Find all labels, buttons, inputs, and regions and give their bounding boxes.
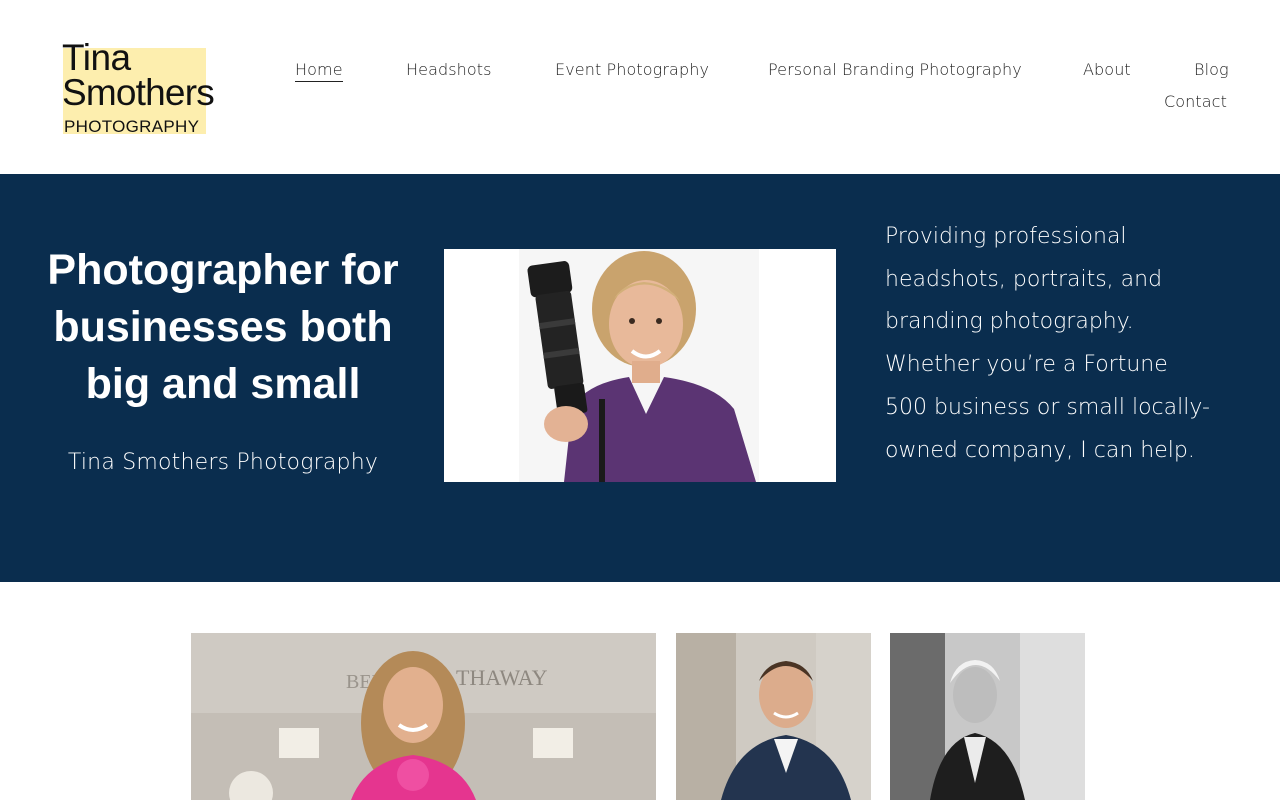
- logo[interactable]: Tina Smothers PHOTOGRAPHY: [61, 37, 215, 138]
- gallery-sign-text: THAWAY: [456, 665, 548, 690]
- gallery-photo-woman-pink-blouse[interactable]: BERK THAWAY: [191, 633, 656, 800]
- portfolio-gallery: BERK THAWAY: [0, 582, 1280, 800]
- logo-text-tagline: PHOTOGRAPHY: [64, 117, 200, 136]
- site-header: Tina Smothers PHOTOGRAPHY Home Headshots…: [0, 0, 1280, 174]
- man-portrait-illustration: [676, 633, 871, 800]
- hero-photo-photographer-with-camera: [444, 249, 836, 482]
- hero-subtitle: Tina Smothers Photography: [67, 450, 379, 475]
- nav-link-personal-branding[interactable]: Personal Branding Photography: [768, 60, 1022, 79]
- nav-link-contact[interactable]: Contact: [1164, 92, 1227, 111]
- hero-description: Providing professional headshots, portra…: [885, 224, 1210, 463]
- photographer-illustration: [444, 249, 836, 482]
- gallery-photo-woman-blazer[interactable]: [890, 633, 1085, 800]
- woman-portrait-illustration: BERK THAWAY: [191, 633, 656, 800]
- woman-bw-portrait-illustration: [890, 633, 1085, 800]
- hero-title: Photographer for businesses both big and…: [47, 246, 399, 408]
- nav-link-about[interactable]: About: [1083, 60, 1131, 79]
- nav-link-headshots[interactable]: Headshots: [406, 60, 492, 79]
- nav-link-event-photography[interactable]: Event Photography: [555, 60, 709, 79]
- nav-link-home[interactable]: Home: [295, 60, 343, 82]
- logo-text-last-name: Smothers: [62, 72, 215, 113]
- hero-section: Photographer for businesses both big and…: [0, 174, 1280, 582]
- gallery-photo-man-suit[interactable]: [676, 633, 871, 800]
- nav-link-blog[interactable]: Blog: [1194, 60, 1229, 79]
